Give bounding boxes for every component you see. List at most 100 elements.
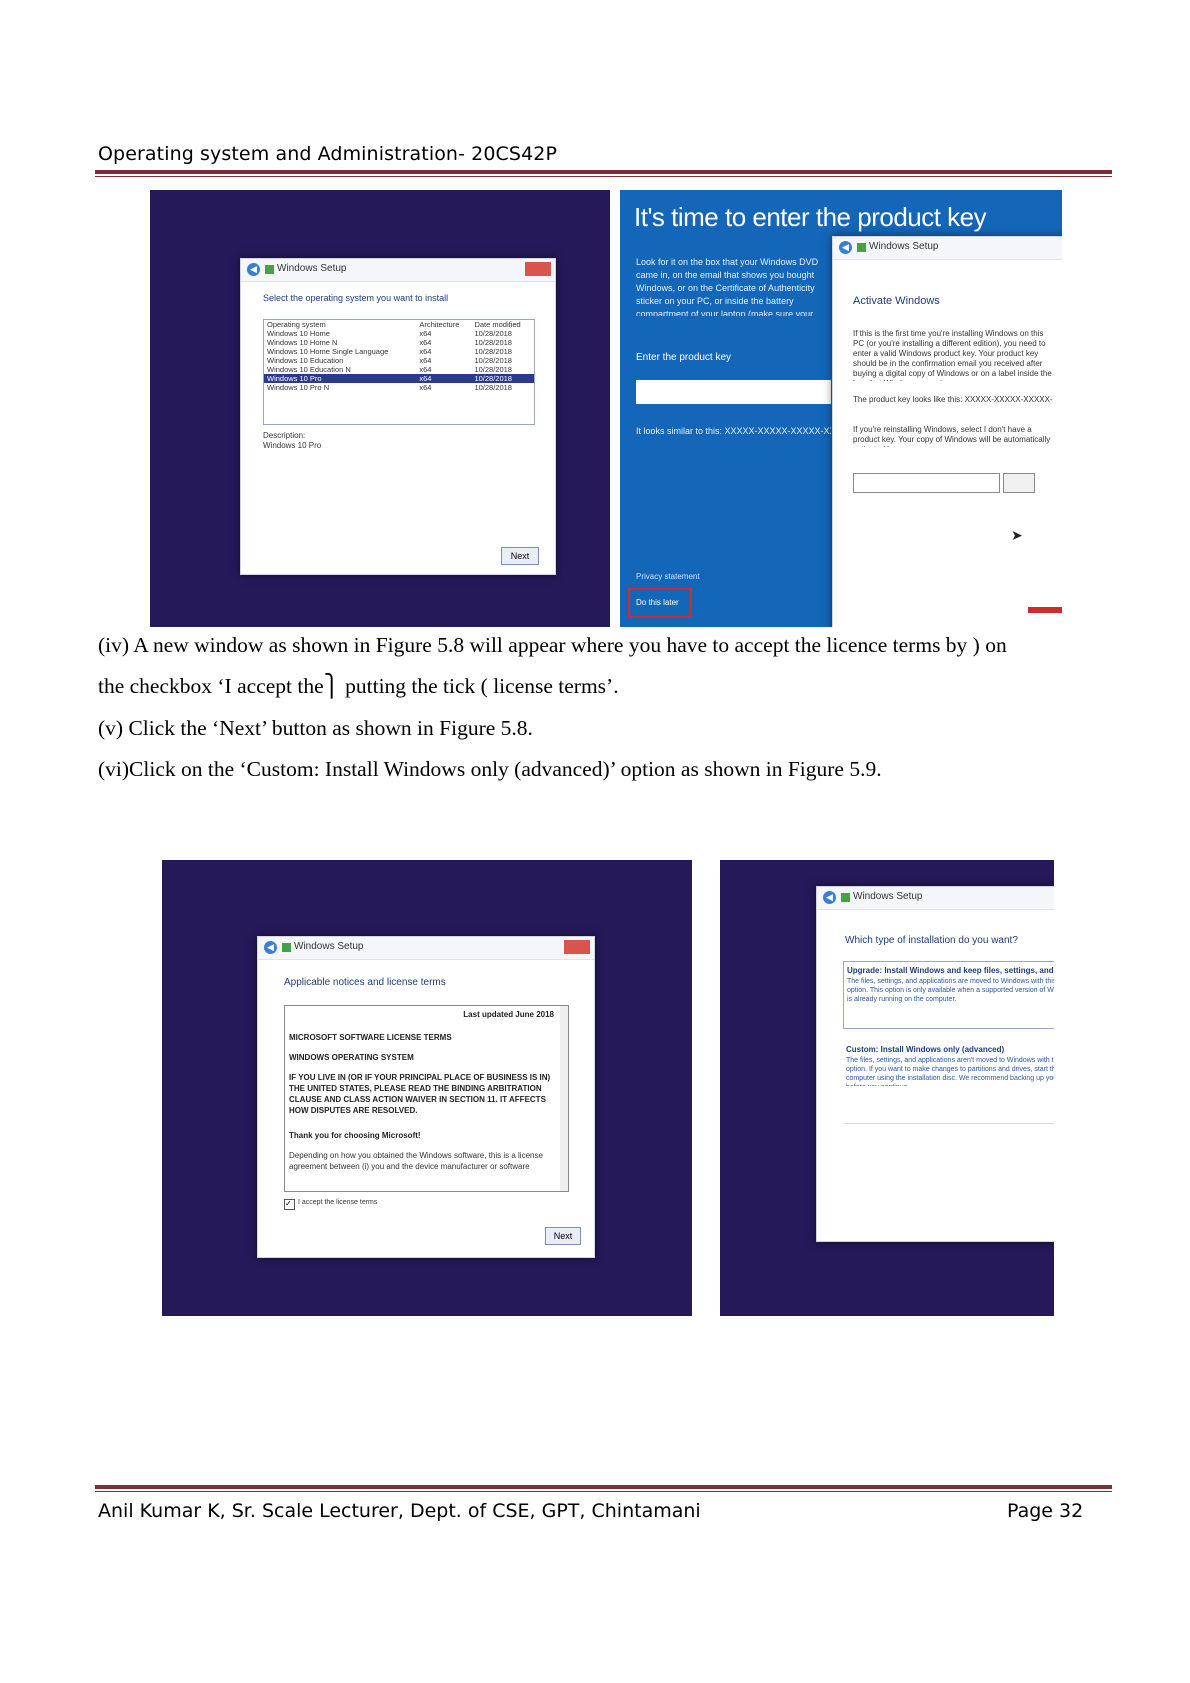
description-value: Windows 10 Pro	[263, 441, 322, 450]
os-row[interactable]: Windows 10 Home N x64 10/28/2018	[264, 338, 534, 347]
page-header-title: Operating system and Administration- 20C…	[98, 143, 558, 165]
header-rule-thin	[95, 176, 1112, 177]
os-cell: x64	[419, 383, 432, 392]
windows-logo-icon	[841, 893, 850, 902]
upgrade-title: Upgrade: Install Windows and keep files,…	[847, 966, 1054, 975]
license-line-4: Thank you for choosing Microsoft!	[289, 1131, 421, 1140]
red-bar-decoration	[1028, 607, 1062, 613]
upgrade-option[interactable]: Upgrade: Install Windows and keep files,…	[843, 961, 1054, 1029]
do-later-highlight: Do this later	[628, 588, 692, 618]
os-row[interactable]: Windows 10 Home Single Language x64 10/28/…	[264, 347, 534, 356]
os-cell: 10/28/2018	[474, 338, 512, 347]
license-next-button[interactable]: Next	[545, 1227, 581, 1245]
screenshot-select-os: ◀ Windows Setup Select the operating sys…	[150, 190, 610, 627]
os-cell: x64	[419, 329, 432, 338]
dialog-title: Windows Setup	[277, 263, 347, 274]
back-arrow-icon[interactable]: ◀	[247, 263, 260, 276]
windows-logo-icon	[282, 943, 291, 952]
custom-option[interactable]: Custom: Install Windows only (advanced) …	[843, 1041, 1054, 1107]
back-arrow-icon[interactable]: ◀	[264, 941, 277, 954]
os-cell: x64	[419, 356, 432, 365]
os-cell: 10/28/2018	[474, 356, 512, 365]
back-arrow-icon[interactable]: ◀	[839, 241, 852, 254]
license-dialog-title: Windows Setup	[294, 941, 364, 952]
select-os-heading: Select the operating system you want to …	[263, 293, 449, 303]
accept-label: I accept the license terms	[298, 1199, 378, 1206]
activate-key-input[interactable]	[853, 473, 1000, 493]
os-column-header: Date modified	[474, 320, 521, 329]
dialog-titlebar: ◀ Windows Setup	[241, 259, 555, 282]
accept-checkbox[interactable]: ✓	[284, 1199, 295, 1210]
back-arrow-icon[interactable]: ◀	[823, 891, 836, 904]
os-list[interactable]: Operating system Architecture Date modifie…	[263, 319, 535, 425]
mouse-cursor-icon: ➤	[1011, 527, 1023, 543]
windows-logo-icon	[265, 265, 274, 274]
license-next-label: Next	[553, 1231, 573, 1241]
windows-setup-dialog: ◀ Windows Setup Select the operating sys…	[240, 258, 556, 575]
similar-text: It looks similar to this: XXXXX-XXXXX-XX…	[636, 426, 831, 436]
os-cell: Windows 10 Education	[267, 356, 344, 365]
paragraph-iv-line1: (iv) A new window as shown in Figure 5.8…	[98, 633, 1007, 657]
windows-logo-icon	[857, 243, 866, 252]
enter-key-label: Enter the product key	[636, 352, 732, 363]
license-line-5: Depending on how you obtained the Window…	[289, 1151, 543, 1174]
os-cell: x64	[416, 374, 472, 383]
product-key-input[interactable]	[636, 380, 831, 404]
os-cell: 10/28/2018	[474, 365, 512, 374]
license-heading: Applicable notices and license terms	[284, 977, 446, 988]
close-icon[interactable]	[525, 262, 551, 276]
install-titlebar: ◀ Windows Setup	[817, 887, 1054, 910]
close-icon[interactable]	[564, 940, 590, 954]
os-row[interactable]: Windows 10 Pro N x64 10/28/2018	[264, 383, 534, 392]
divider	[843, 1123, 1054, 1124]
header-rule	[95, 170, 1112, 174]
footer-rule-thin	[95, 1491, 1112, 1492]
product-key-intro: Look for it on the box that your Windows…	[636, 257, 819, 316]
os-table: Operating system Architecture Date modifie…	[264, 320, 534, 392]
activate-paragraph-1: If this is the first time you're install…	[853, 329, 1052, 381]
next-button-label: Next	[510, 551, 530, 561]
install-dialog-title: Windows Setup	[853, 891, 923, 902]
license-scrollbar[interactable]	[560, 1006, 568, 1191]
upgrade-desc: The files, settings, and applications ar…	[847, 978, 1054, 1003]
os-cell: 10/28/2018	[471, 374, 534, 383]
os-cell: Windows 10 Home Single Language	[267, 347, 389, 356]
license-titlebar: ◀ Windows Setup	[258, 937, 594, 960]
os-cell: Windows 10 Pro	[264, 374, 417, 383]
license-line-1: MICROSOFT SOFTWARE LICENSE TERMS	[289, 1033, 452, 1042]
os-table-header: Operating system Architecture Date modifie…	[264, 320, 534, 329]
next-button[interactable]: Next	[501, 547, 539, 565]
os-cell: 10/28/2018	[474, 329, 512, 338]
os-cell: x64	[419, 365, 432, 374]
os-row[interactable]: Windows 10 Pro x64 10/28/2018	[264, 374, 534, 383]
privacy-link[interactable]: Privacy statement	[636, 572, 700, 581]
custom-desc: The files, settings, and applications ar…	[846, 1057, 1054, 1086]
install-type-heading: Which type of installation do you want?	[845, 935, 1018, 946]
paragraph-vi: (vi)Click on the ‘Custom: Install Window…	[98, 757, 882, 781]
product-key-heading: It's time to enter the product key	[634, 202, 987, 232]
activate-heading: Activate Windows	[853, 295, 940, 307]
os-row[interactable]: Windows 10 Home x64 10/28/2018	[264, 329, 534, 338]
last-updated: Last updated June 2018	[463, 1010, 554, 1019]
os-cell: 10/28/2018	[474, 347, 512, 356]
screenshot-install-type: ◀ Windows Setup Which type of installati…	[720, 860, 1054, 1316]
os-row[interactable]: Windows 10 Education N x64 10/28/2018	[264, 365, 534, 374]
license-text-box[interactable]: Last updated June 2018 MICROSOFT SOFTWAR…	[284, 1005, 569, 1192]
activate-titlebar: ◀ Windows Setup	[833, 237, 1062, 260]
os-row[interactable]: Windows 10 Education x64 10/28/2018	[264, 356, 534, 365]
activate-dialog-title: Windows Setup	[869, 241, 939, 252]
os-cell: x64	[419, 347, 432, 356]
os-cell: Windows 10 Home	[267, 329, 330, 338]
paragraph-iv-line2: the checkbox ‘I accept the⎫ putting the …	[98, 674, 619, 698]
keyboard-icon[interactable]	[1003, 473, 1035, 493]
do-later-link[interactable]: Do this later	[636, 598, 679, 607]
description-label: Description:	[263, 431, 306, 440]
activate-paragraph-2: The product key looks like this: XXXXX-X…	[853, 395, 1053, 404]
custom-title: Custom: Install Windows only (advanced)	[846, 1045, 1005, 1054]
paragraph-v: (v) Click the ‘Next’ button as shown in …	[98, 716, 533, 740]
os-cell: Windows 10 Education N	[267, 365, 351, 374]
license-line-2: WINDOWS OPERATING SYSTEM	[289, 1053, 414, 1062]
os-cell: Windows 10 Home N	[267, 338, 338, 347]
activate-dialog: ◀ Windows Setup Activate Windows If this…	[832, 236, 1062, 627]
screenshot-license-terms: ◀ Windows Setup Applicable notices and l…	[162, 860, 692, 1316]
